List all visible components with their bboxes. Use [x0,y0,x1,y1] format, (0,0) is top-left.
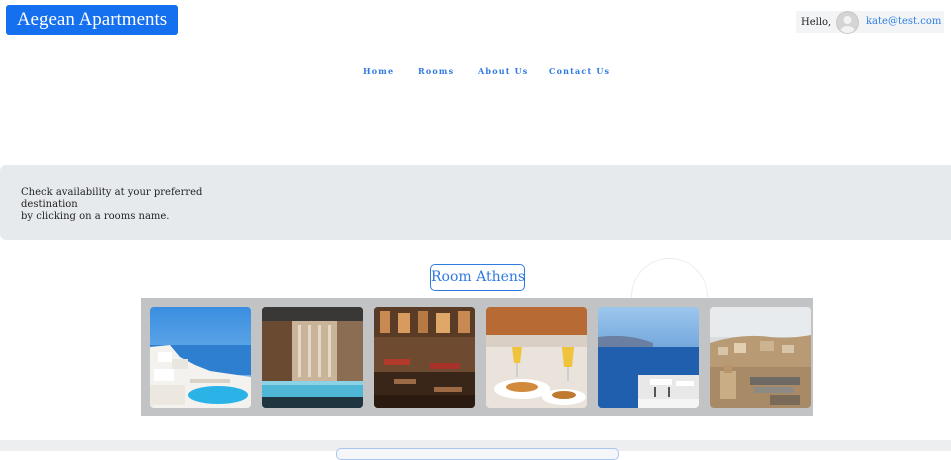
nav-home[interactable]: Home [363,66,394,76]
user-menu[interactable]: Hello, kate@test.com [796,11,944,34]
greeting-text: Hello, [801,16,832,28]
nav-contact-us[interactable]: Contact Us [549,66,610,76]
brand-logo[interactable]: Aegean Apartments [6,5,178,35]
restaurant-interior-photo[interactable] [374,307,475,408]
next-room-title-button[interactable] [336,448,619,460]
info-banner: Check availability at your preferred des… [0,165,951,240]
nav-rooms[interactable]: Rooms [418,66,454,76]
nav-about-us[interactable]: About Us [478,66,529,76]
santorini-pool-photo[interactable] [150,307,251,408]
sea-view-terrace-photo[interactable] [598,307,699,408]
breakfast-table-photo[interactable] [486,307,587,408]
indoor-pool-photo[interactable] [262,307,363,408]
avatar[interactable] [836,11,859,34]
main-nav: Home Rooms About Us Contact Us [0,66,951,78]
room-gallery [141,298,813,416]
banner-text-line-1: Check availability at your preferred des… [21,187,203,210]
user-email-link[interactable]: kate@test.com [866,16,941,27]
room-title-button[interactable]: Room Athens [430,264,525,291]
user-avatar-icon [840,16,855,33]
athens-city-view-photo[interactable] [710,307,811,408]
banner-text-line-2: by clicking on a rooms name. [21,211,170,222]
banner-text: Check availability at your preferred des… [21,187,241,223]
